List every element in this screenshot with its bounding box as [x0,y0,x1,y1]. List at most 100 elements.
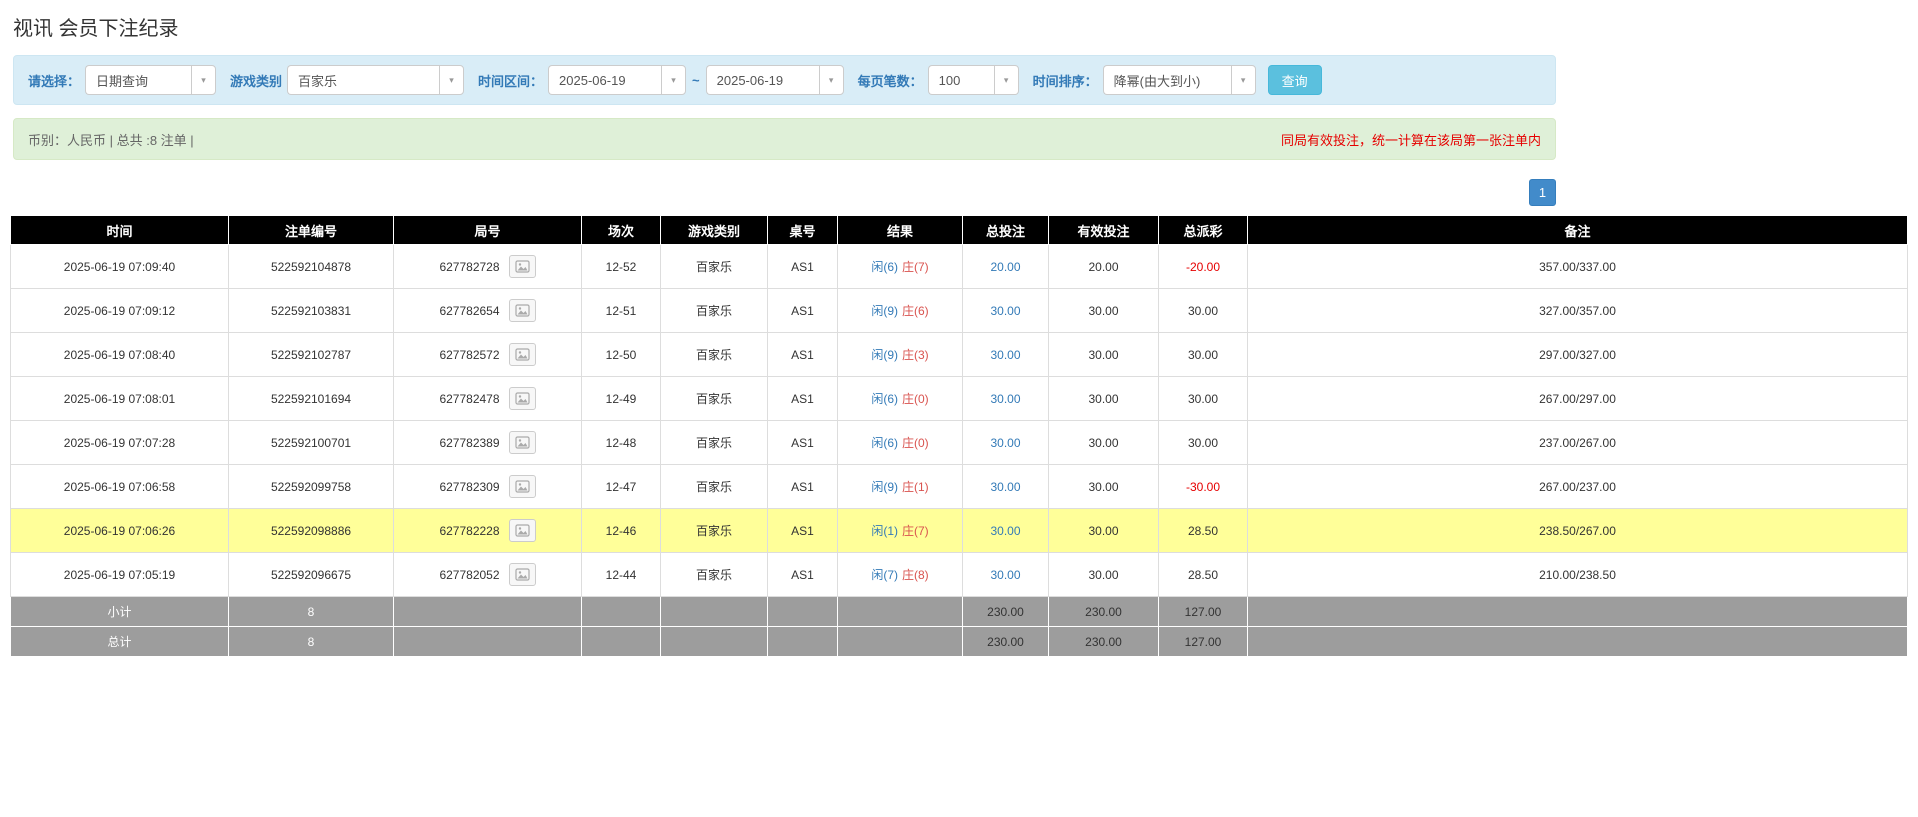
caret-down-icon[interactable]: ▾ [819,65,844,95]
caret-down-icon[interactable]: ▾ [439,65,464,95]
total-bet-link[interactable]: 30.00 [990,524,1020,538]
bet-id: 522592100701 [271,436,351,450]
sort-value[interactable]: 降幂(由大到小) [1103,65,1231,95]
total-bet-link[interactable]: 30.00 [990,568,1020,582]
cell-session: 12-47 [582,465,661,509]
cell-note: 267.00/237.00 [1248,465,1908,509]
date-from-select[interactable]: 2025-06-19 ▾ [548,65,686,95]
cell-table-no: AS1 [768,377,838,421]
table-no: AS1 [791,304,814,318]
session-no: 12-51 [606,304,637,318]
cell-total-bet: 30.00 [963,553,1049,597]
game-type: 百家乐 [696,524,732,538]
result-player: 闲(7) [871,568,898,582]
col-header-session: 场次 [582,216,661,245]
total-bet-link[interactable]: 30.00 [990,348,1020,362]
valid-bet: 30.00 [1088,568,1118,582]
notice-warning: 同局有效投注，统一计算在该局第一张注单内 [1281,130,1541,149]
game-type: 百家乐 [696,348,732,362]
bet-time: 2025-06-19 07:08:01 [64,392,175,406]
cell-result: 闲(9)庄(6) [838,289,963,333]
page-title: 视讯 会员下注纪录 [13,12,1918,41]
cell-round-id: 627782572 [394,333,582,377]
table-body: 2025-06-19 07:09:40 522592104878 6277827… [11,245,1908,597]
round-media-icon[interactable] [509,255,536,278]
bet-id: 522592102787 [271,348,351,362]
cell-time: 2025-06-19 07:08:01 [11,377,229,421]
session-no: 12-52 [606,260,637,274]
round-media-icon[interactable] [509,431,536,454]
cell-total-bet: 30.00 [963,465,1049,509]
cell-total-bet: 30.00 [963,289,1049,333]
game-type: 百家乐 [696,260,732,274]
query-type-value[interactable]: 日期查询 [85,65,191,95]
note: 238.50/267.00 [1539,524,1616,538]
table-row: 2025-06-19 07:06:58 522592099758 6277823… [11,465,1908,509]
caret-down-icon[interactable]: ▾ [994,65,1019,95]
cell-result: 闲(9)庄(1) [838,465,963,509]
cell-payout: 30.00 [1159,333,1248,377]
round-media-icon[interactable] [509,387,536,410]
caret-down-icon[interactable]: ▾ [661,65,686,95]
game-type: 百家乐 [696,392,732,406]
bet-time: 2025-06-19 07:08:40 [64,348,175,362]
round-media-icon[interactable] [509,299,536,322]
round-media-icon[interactable] [509,563,536,586]
cell-session: 12-46 [582,509,661,553]
total-row: 总计 8 230.00 230.00 127.00 [11,627,1908,657]
valid-bet: 30.00 [1088,304,1118,318]
valid-bet: 30.00 [1088,348,1118,362]
query-type-label: 请选择： [28,71,80,90]
round-media-icon[interactable] [509,343,536,366]
col-header-total-bet: 总投注 [963,216,1049,245]
subtotal-count: 8 [229,597,394,627]
valid-bet: 30.00 [1088,524,1118,538]
col-header-time: 时间 [11,216,229,245]
query-type-select[interactable]: 日期查询 ▾ [85,65,216,95]
date-from-value[interactable]: 2025-06-19 [548,65,661,95]
page-size-select[interactable]: 100 ▾ [928,65,1019,95]
cell-round-id: 627782728 [394,245,582,289]
total-count: 8 [229,627,394,657]
bet-id: 522592098886 [271,524,351,538]
round-media-icon[interactable] [509,519,536,542]
cell-game-type: 百家乐 [661,245,768,289]
sort-select[interactable]: 降幂(由大到小) ▾ [1103,65,1256,95]
game-type-value[interactable]: 百家乐 [287,65,439,95]
total-bet-link[interactable]: 30.00 [990,480,1020,494]
cell-game-type: 百家乐 [661,333,768,377]
cell-note: 237.00/267.00 [1248,421,1908,465]
table-no: AS1 [791,260,814,274]
total-bet-link[interactable]: 20.00 [990,260,1020,274]
date-to-value[interactable]: 2025-06-19 [706,65,819,95]
cell-game-type: 百家乐 [661,553,768,597]
search-button[interactable]: 查询 [1268,65,1322,95]
round-id: 627782728 [439,260,499,274]
cell-note: 297.00/327.00 [1248,333,1908,377]
round-id: 627782654 [439,304,499,318]
page-size-value[interactable]: 100 [928,65,994,95]
round-id: 627782052 [439,568,499,582]
caret-down-icon[interactable]: ▾ [1231,65,1256,95]
subtotal-row: 小计 8 230.00 230.00 127.00 [11,597,1908,627]
cell-total-bet: 20.00 [963,245,1049,289]
date-to-select[interactable]: 2025-06-19 ▾ [706,65,844,95]
total-total-bet: 230.00 [963,627,1049,657]
cell-time: 2025-06-19 07:08:40 [11,333,229,377]
game-type-select[interactable]: 百家乐 ▾ [287,65,464,95]
total-bet-link[interactable]: 30.00 [990,304,1020,318]
valid-bet: 30.00 [1088,436,1118,450]
note: 297.00/327.00 [1539,348,1616,362]
cell-result: 闲(1)庄(7) [838,509,963,553]
total-bet-link[interactable]: 30.00 [990,392,1020,406]
total-bet-link[interactable]: 30.00 [990,436,1020,450]
page-button-1[interactable]: 1 [1529,179,1556,206]
cell-payout: -30.00 [1159,465,1248,509]
cell-result: 闲(7)庄(8) [838,553,963,597]
payout: -30.00 [1186,480,1220,494]
table-no: AS1 [791,524,814,538]
cell-payout: 30.00 [1159,421,1248,465]
caret-down-icon[interactable]: ▾ [191,65,216,95]
round-media-icon[interactable] [509,475,536,498]
result-player: 闲(9) [871,304,898,318]
